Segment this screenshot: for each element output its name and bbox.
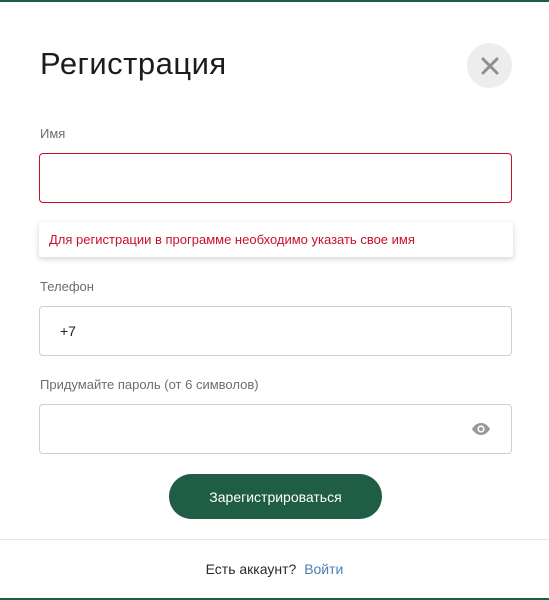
password-field-wrapper bbox=[39, 404, 512, 454]
close-button[interactable] bbox=[467, 43, 512, 88]
name-error-message: Для регистрации в программе необходимо у… bbox=[39, 222, 513, 257]
phone-label: Телефон bbox=[40, 279, 94, 294]
phone-input[interactable] bbox=[40, 307, 511, 355]
phone-field-wrapper bbox=[39, 306, 512, 356]
password-input[interactable] bbox=[40, 405, 511, 453]
login-link[interactable]: Войти bbox=[304, 561, 343, 577]
eye-icon[interactable] bbox=[471, 422, 491, 441]
modal-title: Регистрация bbox=[40, 46, 227, 81]
name-error-text: Для регистрации в программе необходимо у… bbox=[49, 232, 415, 247]
footer: Есть аккаунт? Войти bbox=[0, 561, 549, 577]
name-label: Имя bbox=[40, 126, 66, 141]
close-icon bbox=[481, 57, 498, 74]
name-input[interactable] bbox=[40, 154, 511, 202]
password-label: Придумайте пароль (от 6 символов) bbox=[40, 377, 259, 392]
name-field-wrapper bbox=[39, 153, 512, 203]
registration-modal: Регистрация Имя Для регистрации в програ… bbox=[0, 0, 549, 600]
footer-text: Есть аккаунт? bbox=[205, 561, 297, 577]
register-button[interactable]: Зарегистрироваться bbox=[169, 474, 382, 519]
footer-divider bbox=[0, 539, 549, 540]
